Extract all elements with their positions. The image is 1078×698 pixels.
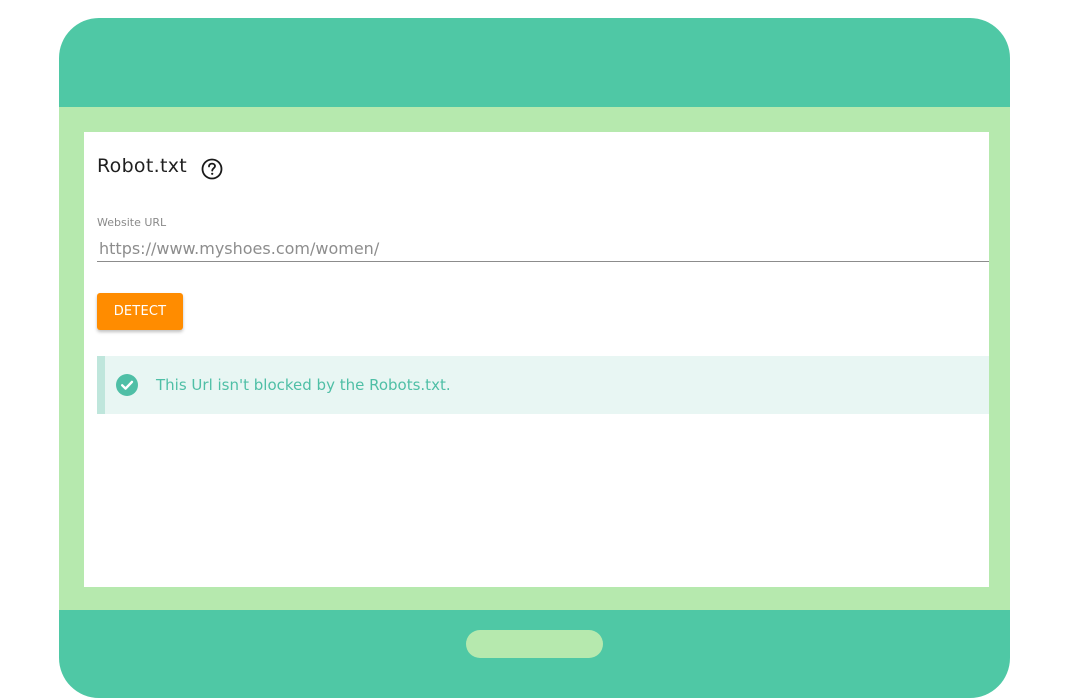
alert-message: This Url isn't blocked by the Robots.txt… [156,376,451,394]
screen-bezel: Robot.txt Website URL DETECT [59,107,1010,610]
success-alert: This Url isn't blocked by the Robots.txt… [97,356,989,414]
website-url-input[interactable] [97,236,989,262]
card-header: Robot.txt [97,152,223,180]
website-url-label: Website URL [97,216,167,229]
page-title: Robot.txt [97,155,187,177]
tablet-device-frame: Robot.txt Website URL DETECT [59,18,1010,698]
screen-content: Robot.txt Website URL DETECT [84,132,989,587]
help-circle-icon[interactable] [201,158,223,180]
detect-button[interactable]: DETECT [97,293,183,330]
check-circle-icon [116,374,138,396]
home-button[interactable] [466,630,603,658]
